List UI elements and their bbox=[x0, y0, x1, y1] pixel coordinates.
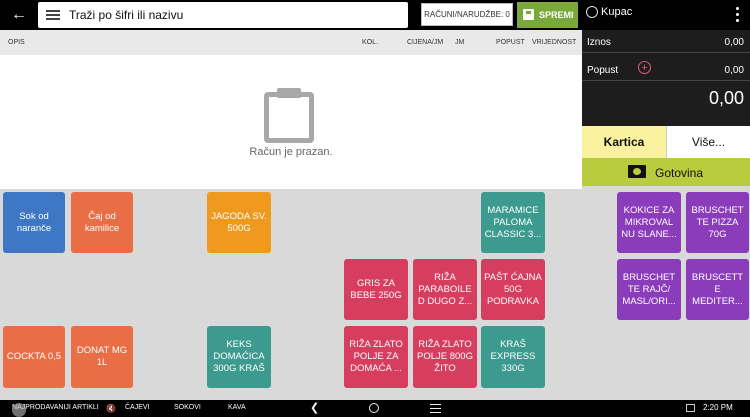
product-tile[interactable]: KRAŠ EXPRESS 330G bbox=[481, 326, 545, 388]
column-unit: JM bbox=[455, 39, 465, 46]
cash-payment-button[interactable]: Gotovina bbox=[582, 158, 750, 186]
product-tile[interactable]: GRIS ZA BEBE 250G bbox=[344, 259, 408, 320]
column-value: VRIJEDNOST bbox=[532, 39, 577, 46]
banknote-icon bbox=[628, 165, 646, 178]
mute-icon: 🔇 bbox=[106, 404, 116, 413]
product-tile[interactable]: JAGODA SV. 500G bbox=[207, 192, 271, 253]
floppy-disk-icon bbox=[523, 9, 534, 20]
orders-button[interactable]: RAČUNI/NARUDŽBE: 0 bbox=[421, 3, 513, 26]
add-discount-icon[interactable]: + bbox=[638, 61, 651, 74]
save-label: SPREMI bbox=[539, 10, 574, 20]
amount-value: 0,00 bbox=[724, 37, 744, 48]
discount-label: Popust bbox=[587, 65, 619, 76]
clipboard-icon bbox=[264, 88, 314, 143]
product-tile[interactable]: COCKTA 0,5 bbox=[3, 326, 65, 388]
product-tile[interactable]: RIŽA ZLATO POLJE ZA DOMAĆA ... bbox=[344, 326, 408, 388]
column-quantity: KOL. bbox=[362, 39, 378, 46]
empty-receipt-text: Račun je prazan. bbox=[249, 146, 333, 158]
product-tile[interactable]: KEKS DOMAĆICA 300G KRAŠ bbox=[207, 326, 271, 388]
column-description: OPIS bbox=[8, 39, 25, 46]
receipt-list: Račun je prazan. bbox=[0, 55, 582, 189]
total-value: 0,00 bbox=[708, 88, 744, 108]
assistive-touch-icon[interactable] bbox=[12, 403, 26, 417]
card-payment-button[interactable]: Kartica bbox=[582, 126, 666, 158]
cash-label: Gotovina bbox=[655, 166, 704, 180]
product-tile[interactable]: Čaj od kamilice bbox=[71, 192, 133, 253]
customer-button[interactable]: Kupac bbox=[586, 6, 633, 19]
discount-row: Popust + 0,00 bbox=[582, 58, 750, 81]
nav-back-icon[interactable]: ❮ bbox=[310, 403, 319, 414]
keyboard-icon bbox=[686, 404, 695, 412]
search-field[interactable]: Traži po šifri ili nazivu bbox=[38, 2, 408, 28]
amount-label: Iznos bbox=[587, 37, 611, 48]
discount-value: 0,00 bbox=[724, 65, 744, 76]
search-placeholder[interactable]: Traži po šifri ili nazivu bbox=[69, 8, 183, 22]
nav-recents-icon[interactable] bbox=[430, 404, 441, 413]
amount-row: Iznos 0,00 bbox=[582, 30, 750, 53]
more-payment-button[interactable]: Više... bbox=[666, 126, 750, 158]
product-tile[interactable]: Sok od naranče bbox=[3, 192, 65, 253]
hamburger-menu-icon[interactable] bbox=[46, 10, 60, 20]
product-tile[interactable]: BRUSCETT E MEDITER... bbox=[686, 259, 749, 320]
product-tile[interactable]: MARAMICE PALOMA CLASSIC 3... bbox=[481, 192, 545, 253]
product-tile[interactable]: PAŠT ĆAJNA 50G PODRAVKA bbox=[481, 259, 545, 320]
more-vert-icon[interactable] bbox=[736, 7, 740, 23]
category-tab-coffee[interactable]: KAVA bbox=[228, 404, 246, 411]
category-tab-teas[interactable]: ČAJEVI bbox=[125, 404, 150, 411]
product-tile[interactable]: DONAT MG 1L bbox=[71, 326, 133, 388]
person-icon bbox=[586, 6, 598, 19]
receipt-column-header: OPIS KOL. CIJENA/JM JM POPUST VRIJEDNOST bbox=[0, 30, 582, 55]
category-tab-juices[interactable]: SOKOVI bbox=[174, 404, 201, 411]
bottom-bar: NAJPRODAVANIJI ARTIKLI 🔇 ČAJEVI SOKOVI K… bbox=[0, 400, 750, 417]
product-tile[interactable]: BRUSCHET TE RAJČ/ MASL/ORI... bbox=[617, 259, 681, 320]
column-unit-price: CIJENA/JM bbox=[407, 39, 444, 46]
back-arrow-icon[interactable]: ← bbox=[8, 6, 30, 24]
clock: 2:20 PM bbox=[703, 403, 733, 412]
product-tile[interactable]: RIŽA PARABOILE D DUGO Z... bbox=[413, 259, 477, 320]
totals-panel: Iznos 0,00 Popust + 0,00 0,00 bbox=[582, 30, 750, 126]
product-tile[interactable]: KOKICE ZA MIKROVAL NU SLANE... bbox=[617, 192, 681, 253]
column-discount: POPUST bbox=[496, 39, 525, 46]
nav-home-icon[interactable] bbox=[369, 403, 379, 413]
product-tile[interactable]: BRUSCHET TE PIZZA 70G bbox=[686, 192, 749, 253]
product-tile[interactable]: RIŽA ZLATO POLJE 800G ŽITO bbox=[413, 326, 477, 388]
save-button[interactable]: SPREMI bbox=[517, 2, 578, 28]
top-bar: ← Traži po šifri ili nazivu RAČUNI/NARUD… bbox=[0, 0, 750, 30]
customer-label: Kupac bbox=[601, 6, 633, 18]
